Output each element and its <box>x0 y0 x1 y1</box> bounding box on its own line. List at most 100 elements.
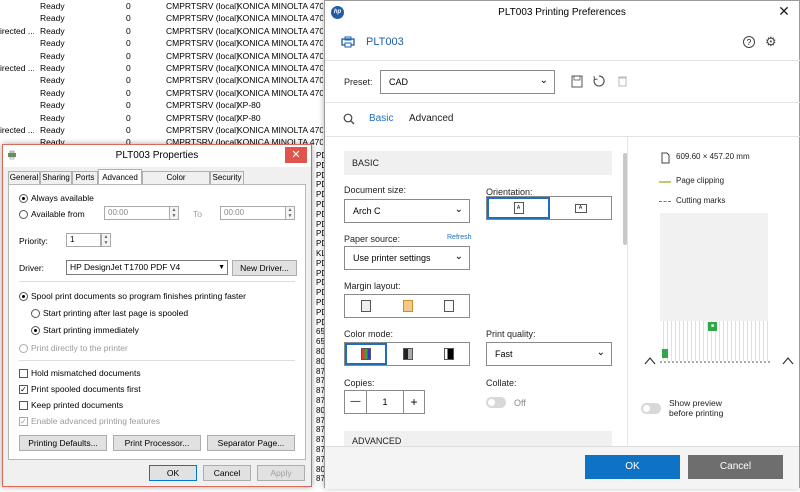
orientation-landscape-option[interactable]: A <box>550 197 611 219</box>
printer-list-row[interactable]: Ready 0 CMPRTSRV (local) KONICA MINOLTA 470… <box>0 87 330 99</box>
printer-icon <box>341 36 355 48</box>
advanced-panel: Always available Available from 00:00 ▲ ▼… <box>8 184 306 460</box>
search-icon[interactable] <box>343 113 355 125</box>
ok-button[interactable]: OK <box>585 455 680 479</box>
priority-input[interactable]: 1 <box>66 233 101 247</box>
printer-list-row[interactable]: Ready 0 CMPRTSRV (local) XP-80 <box>0 99 330 111</box>
close-button[interactable]: ✕ <box>285 147 307 163</box>
new-driver-button[interactable]: New Driver... <box>232 260 297 276</box>
print-directly-radio[interactable] <box>19 344 28 353</box>
preferences-footer: OK Cancel <box>325 446 799 489</box>
divider <box>19 360 295 361</box>
collate-label: Collate: <box>486 378 517 388</box>
printer-list-row[interactable]: irected ... Ready 0 CMPRTSRV (local) KONICA … <box>0 25 330 37</box>
separator-page-button[interactable]: Separator Page... <box>207 435 295 451</box>
orientation-portrait-option[interactable]: A <box>487 197 550 219</box>
color-mode-control <box>344 342 470 366</box>
tab-sharing[interactable]: Sharing <box>40 171 72 184</box>
time-to-input[interactable]: 00:00 <box>220 206 286 220</box>
printer-list-row[interactable]: Ready 0 CMPRTSRV (local) XP-80 <box>0 112 330 124</box>
apply-button[interactable]: Apply <box>257 465 305 481</box>
enable-advanced-checkbox[interactable]: ✓ <box>19 417 28 426</box>
printer-list-cell-driver: KONICA MINOLTA 4700P <box>237 125 323 135</box>
printer-list-row[interactable]: Ready 0 CMPRTSRV (local) KONICA MINOLTA 470… <box>0 0 330 12</box>
ok-button[interactable]: OK <box>149 465 197 481</box>
delete-icon[interactable] <box>617 75 628 87</box>
color-icon <box>361 348 371 360</box>
color-mode-grayscale-option[interactable] <box>387 343 429 365</box>
start-after-radio[interactable] <box>31 309 40 318</box>
tab-basic[interactable]: Basic <box>369 113 393 124</box>
printer-list-cell-server: CMPRTSRV (local) <box>166 100 239 111</box>
tab-general[interactable]: General <box>8 171 40 184</box>
divider <box>325 60 800 61</box>
show-preview-toggle[interactable] <box>641 403 661 414</box>
start-immediately-radio[interactable] <box>31 326 40 335</box>
cancel-button[interactable]: Cancel <box>203 465 251 481</box>
chevron-down-icon: ⌄ <box>454 251 463 262</box>
print-spooled-first-checkbox[interactable]: ✓ <box>19 385 28 394</box>
paper-source-select[interactable]: Use printer settings ⌄ <box>344 246 470 270</box>
collate-toggle[interactable] <box>486 397 506 408</box>
paper-source-value: Use printer settings <box>353 253 431 263</box>
copies-input[interactable]: 1 <box>367 391 403 413</box>
printer-list-cell-jobs: 0 <box>126 63 131 73</box>
keep-printed-checkbox[interactable] <box>19 401 28 410</box>
printer-list-cell-jobs: 0 <box>126 75 131 86</box>
printer-list-row[interactable]: Ready 0 CMPRTSRV (local) KONICA MINOLTA 470… <box>0 50 330 62</box>
copies-decrement-button[interactable]: — <box>345 391 367 413</box>
portrait-icon: A <box>513 202 524 214</box>
printer-list-cell-server: CMPRTSRV (local) <box>166 25 239 36</box>
cancel-button[interactable]: Cancel <box>688 455 783 479</box>
preview-rulers <box>644 357 794 365</box>
printer-list-row[interactable]: irected ... Ready 0 CMPRTSRV (local) KONICA … <box>0 124 330 136</box>
tab-advanced[interactable]: Advanced <box>98 169 142 184</box>
margin-option-clip[interactable] <box>387 295 429 317</box>
printer-list-cell-server: CMPRTSRV (local) <box>166 75 239 86</box>
help-icon[interactable]: ? <box>743 36 755 48</box>
printer-list-row[interactable]: Ready 0 CMPRTSRV (local) KONICA MINOLTA 470… <box>0 12 330 24</box>
printer-list-row[interactable]: irected ... Ready 0 CMPRTSRV (local) KONICA … <box>0 62 330 74</box>
margin-option-standard[interactable] <box>345 295 387 317</box>
available-from-radio[interactable] <box>19 210 28 219</box>
color-mode-bw-option[interactable] <box>429 343 469 365</box>
tab-advanced[interactable]: Advanced <box>409 113 453 124</box>
printer-list-row[interactable]: Ready 0 CMPRTSRV (local) KONICA MINOLTA 470… <box>0 74 330 86</box>
copies-increment-button[interactable]: + <box>403 391 424 413</box>
always-available-label: Always available <box>31 193 94 203</box>
print-directly-label: Print directly to the printer <box>31 343 128 353</box>
printer-list-cell-dir: irected ... <box>0 25 34 36</box>
margin-option-oversize[interactable] <box>429 295 469 317</box>
preset-select[interactable]: CAD ⌄ <box>380 70 555 94</box>
time-from-input[interactable]: 00:00 <box>104 206 170 220</box>
always-available-radio[interactable] <box>19 194 28 203</box>
gear-icon[interactable]: ⚙ <box>765 35 777 48</box>
black-white-icon <box>444 348 454 360</box>
printer-list-cell-status: Ready <box>40 112 65 123</box>
close-button[interactable]: ✕ <box>769 1 799 21</box>
printing-defaults-button[interactable]: Printing Defaults... <box>19 435 107 451</box>
chevron-down-icon: ▼ <box>218 264 225 271</box>
margin-clip-icon <box>403 300 413 312</box>
print-quality-select[interactable]: Fast ⌄ <box>486 342 612 366</box>
printer-list-cell-driver: XP-80 <box>237 100 261 111</box>
document-size-select[interactable]: Arch C ⌄ <box>344 199 470 223</box>
save-preset-icon[interactable] <box>571 75 583 88</box>
tab-color-management[interactable]: Color Management <box>142 171 210 194</box>
tab-ports[interactable]: Ports <box>72 171 98 184</box>
spool-radio[interactable] <box>19 292 28 301</box>
priority-label: Priority: <box>19 236 48 246</box>
color-mode-color-option[interactable] <box>345 343 387 365</box>
copies-label: Copies: <box>344 378 375 388</box>
hold-mismatched-checkbox[interactable] <box>19 369 28 378</box>
time-to-spinner[interactable]: ▲ ▼ <box>285 206 295 220</box>
reset-icon[interactable] <box>593 75 605 87</box>
refresh-link[interactable]: Refresh <box>447 234 472 241</box>
priority-spinner[interactable]: ▲ ▼ <box>101 233 111 247</box>
driver-select[interactable]: HP DesignJet T1700 PDF V4 ▼ <box>66 260 228 275</box>
time-from-spinner[interactable]: ▲ ▼ <box>169 206 179 220</box>
preferences-titlebar: hp PLT003 Printing Preferences ✕ <box>325 1 799 25</box>
printer-list-row[interactable]: Ready 0 CMPRTSRV (local) KONICA MINOLTA 470… <box>0 37 330 49</box>
print-processor-button[interactable]: Print Processor... <box>113 435 201 451</box>
tab-security[interactable]: Security <box>210 171 244 184</box>
